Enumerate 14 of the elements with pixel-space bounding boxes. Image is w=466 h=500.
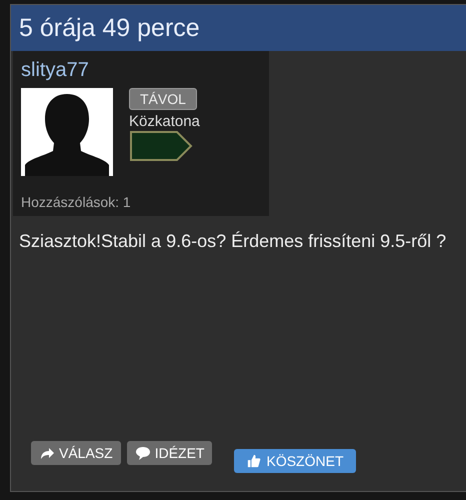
rank-label: Közkatona <box>129 113 200 130</box>
post-time: 5 órája 49 perce <box>19 14 200 42</box>
avatar-silhouette-icon <box>21 88 113 176</box>
thanks-button[interactable]: KÖSZÖNET <box>234 449 356 473</box>
username-link[interactable]: slitya77 <box>21 59 261 82</box>
post-text: Sziasztok!Stabil a 9.6-os? Érdemes frissíteni 9.5-ről ? <box>19 230 448 253</box>
reply-arrow-icon <box>39 446 55 460</box>
quote-button[interactable]: IDÉZET <box>126 441 212 465</box>
reply-button[interactable]: VÁLASZ <box>31 441 121 465</box>
rank-flag-icon <box>129 130 193 162</box>
post-count: Hozzászólások: 1 <box>21 194 132 210</box>
status-badge: TÁVOL <box>129 88 197 110</box>
thumbs-up-icon <box>246 454 262 468</box>
speech-bubble-icon <box>134 446 151 460</box>
